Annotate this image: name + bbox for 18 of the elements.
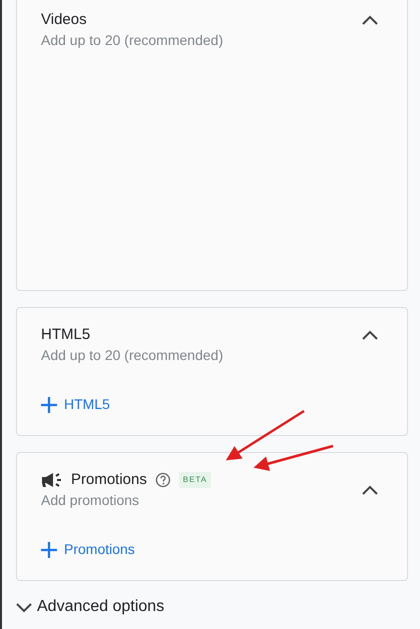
collapse-icon[interactable]: [361, 329, 379, 341]
advanced-options-toggle[interactable]: Advanced options: [15, 595, 164, 619]
collapse-icon[interactable]: [361, 14, 379, 26]
help-icon[interactable]: [154, 472, 171, 488]
section-subtitle: Add up to 20 (recommended): [41, 346, 224, 364]
section-title: Videos: [41, 10, 87, 30]
add-button[interactable]: HTML5: [40, 394, 110, 415]
plus-icon: [40, 396, 58, 414]
section-title: Promotions: [71, 470, 147, 490]
section-title: HTML5: [41, 325, 90, 345]
megaphone-icon: [41, 472, 63, 488]
beta-badge: BETA: [178, 472, 212, 488]
section-subtitle: Add promotions: [41, 491, 140, 509]
plus-icon: [40, 540, 58, 558]
expand-icon[interactable]: [15, 601, 33, 613]
section-subtitle: Add up to 20 (recommended): [41, 31, 224, 49]
add-button[interactable]: Promotions: [40, 539, 135, 560]
collapse-icon[interactable]: [361, 484, 379, 496]
